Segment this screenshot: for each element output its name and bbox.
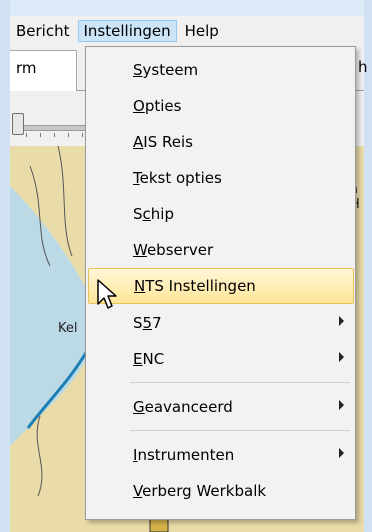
window-left-frame bbox=[0, 0, 10, 532]
tab-active[interactable]: rm bbox=[10, 50, 77, 91]
menu-item-enc[interactable]: ENC bbox=[88, 342, 352, 376]
menu-item-nts-instellingen[interactable]: NTS Instellingen bbox=[88, 268, 354, 304]
menu-item-webserver[interactable]: Webserver bbox=[88, 233, 352, 267]
submenu-arrow-icon bbox=[339, 448, 344, 458]
contour-line bbox=[57, 146, 73, 257]
menu-item-verberg-werkbalk[interactable]: Verberg Werkbalk bbox=[88, 474, 352, 508]
contour-line bbox=[36, 415, 43, 497]
zoom-slider-track[interactable] bbox=[12, 125, 94, 131]
menu-instellingen[interactable]: Instellingen bbox=[77, 20, 177, 42]
menu-bericht[interactable]: Bericht bbox=[10, 20, 76, 42]
window-right-frame bbox=[364, 0, 372, 532]
tab-label: rm bbox=[16, 59, 37, 77]
menubar: Bericht Instellingen Help bbox=[10, 16, 364, 46]
submenu-arrow-icon bbox=[339, 352, 344, 362]
window-top-frame bbox=[0, 0, 372, 16]
submenu-arrow-icon bbox=[339, 316, 344, 326]
instellingen-dropdown: Systeem Opties AIS Reis Tekst opties Sch… bbox=[85, 46, 356, 520]
menu-item-systeem[interactable]: Systeem bbox=[88, 53, 352, 87]
mouse-pointer-icon bbox=[97, 279, 117, 309]
submenu-arrow-icon bbox=[339, 400, 344, 410]
tab-right-label[interactable]: h bbox=[358, 58, 368, 76]
zoom-slider-thumb[interactable] bbox=[12, 113, 24, 135]
menu-help[interactable]: Help bbox=[179, 20, 225, 42]
menu-item-geavanceerd[interactable]: Geavanceerd bbox=[88, 390, 352, 424]
menu-separator bbox=[130, 382, 350, 383]
map-place-label: Kel bbox=[58, 321, 78, 336]
menu-item-schip[interactable]: Schip bbox=[88, 197, 352, 231]
menu-item-s57[interactable]: S57 bbox=[88, 306, 352, 340]
menu-item-tekst-opties[interactable]: Tekst opties bbox=[88, 161, 352, 195]
menu-item-ais-reis[interactable]: AIS Reis bbox=[88, 125, 352, 159]
menu-item-opties[interactable]: Opties bbox=[88, 89, 352, 123]
menu-separator bbox=[130, 430, 350, 431]
water-area bbox=[10, 186, 97, 446]
menu-item-instrumenten[interactable]: Instrumenten bbox=[88, 438, 352, 472]
